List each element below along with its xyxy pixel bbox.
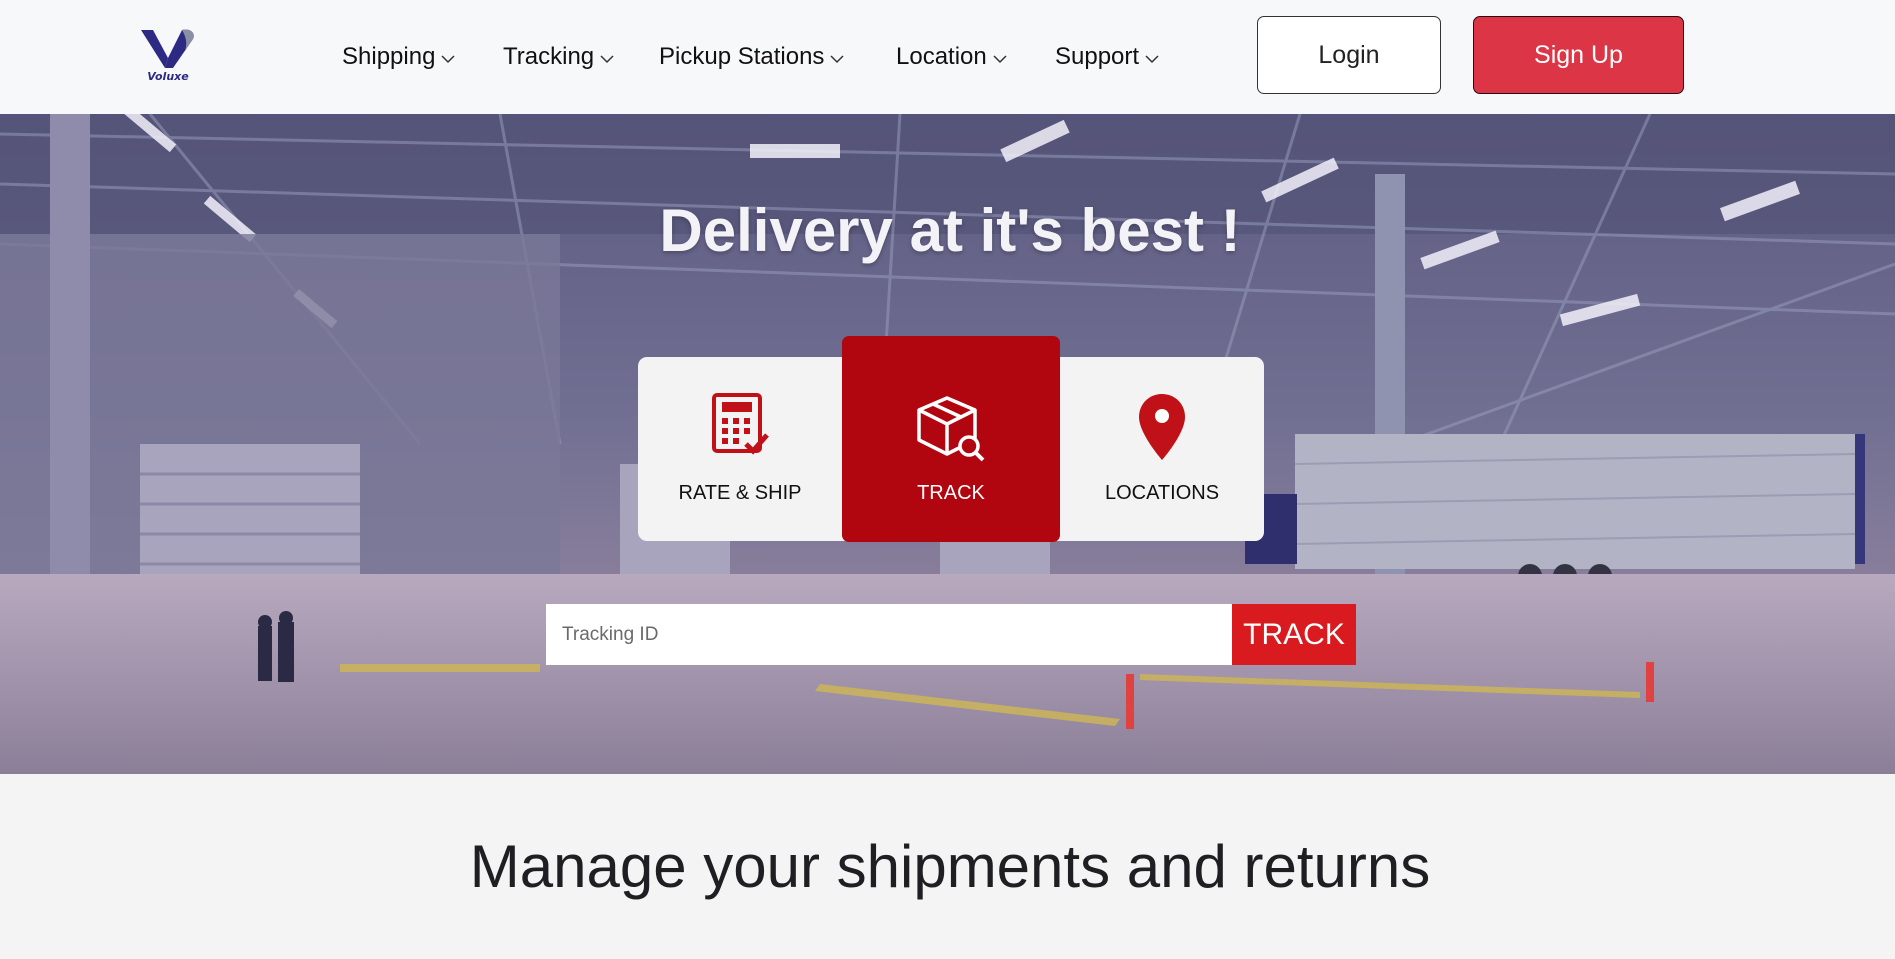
rate-and-ship-tab[interactable]: RATE & SHIP: [638, 357, 842, 541]
nav-item-label: Pickup Stations: [659, 43, 825, 70]
locations-tab[interactable]: LOCATIONS: [1060, 357, 1264, 541]
track-tab[interactable]: TRACK: [842, 336, 1060, 542]
service-label: RATE & SHIP: [678, 482, 802, 504]
tracking-id-input[interactable]: [546, 604, 1232, 665]
voluxe-logo-icon: [141, 29, 194, 68]
nav-item-shipping[interactable]: Shipping: [342, 40, 455, 74]
nav-item-label: Tracking: [503, 43, 595, 70]
login-button[interactable]: Login: [1257, 16, 1441, 94]
signup-button[interactable]: Sign Up: [1473, 16, 1684, 94]
nav-item-location[interactable]: Location: [896, 40, 1007, 74]
chevron-down-icon: [993, 55, 1007, 64]
service-label: TRACK: [917, 482, 985, 504]
hero-title: Delivery at it's best !: [659, 197, 1241, 264]
chevron-down-icon: [1145, 55, 1159, 64]
service-label: LOCATIONS: [1104, 482, 1220, 504]
chevron-down-icon: [830, 55, 844, 64]
nav-item-label: Shipping: [342, 43, 436, 70]
chevron-down-icon: [600, 55, 614, 64]
calculator-check-icon: [712, 393, 769, 455]
package-search-icon: [917, 396, 985, 462]
section-title: Manage your shipments and returns: [469, 833, 1431, 900]
chevron-down-icon: [441, 55, 455, 64]
nav-item-tracking[interactable]: Tracking: [503, 40, 614, 74]
map-pin-icon: [1139, 394, 1185, 460]
nav-item-label: Location: [896, 43, 987, 70]
brand-logo[interactable]: Voluxe: [138, 24, 198, 86]
site-header: Voluxe Shipping Tracking Pickup Stations…: [0, 0, 1895, 115]
brand-name: Voluxe: [147, 70, 189, 83]
nav-item-support[interactable]: Support: [1055, 40, 1159, 74]
track-button[interactable]: TRACK: [1232, 604, 1356, 665]
nav-item-label: Support: [1055, 43, 1140, 70]
nav-item-pickup-stations[interactable]: Pickup Stations: [659, 40, 844, 74]
tracking-form: TRACK: [546, 604, 1356, 665]
